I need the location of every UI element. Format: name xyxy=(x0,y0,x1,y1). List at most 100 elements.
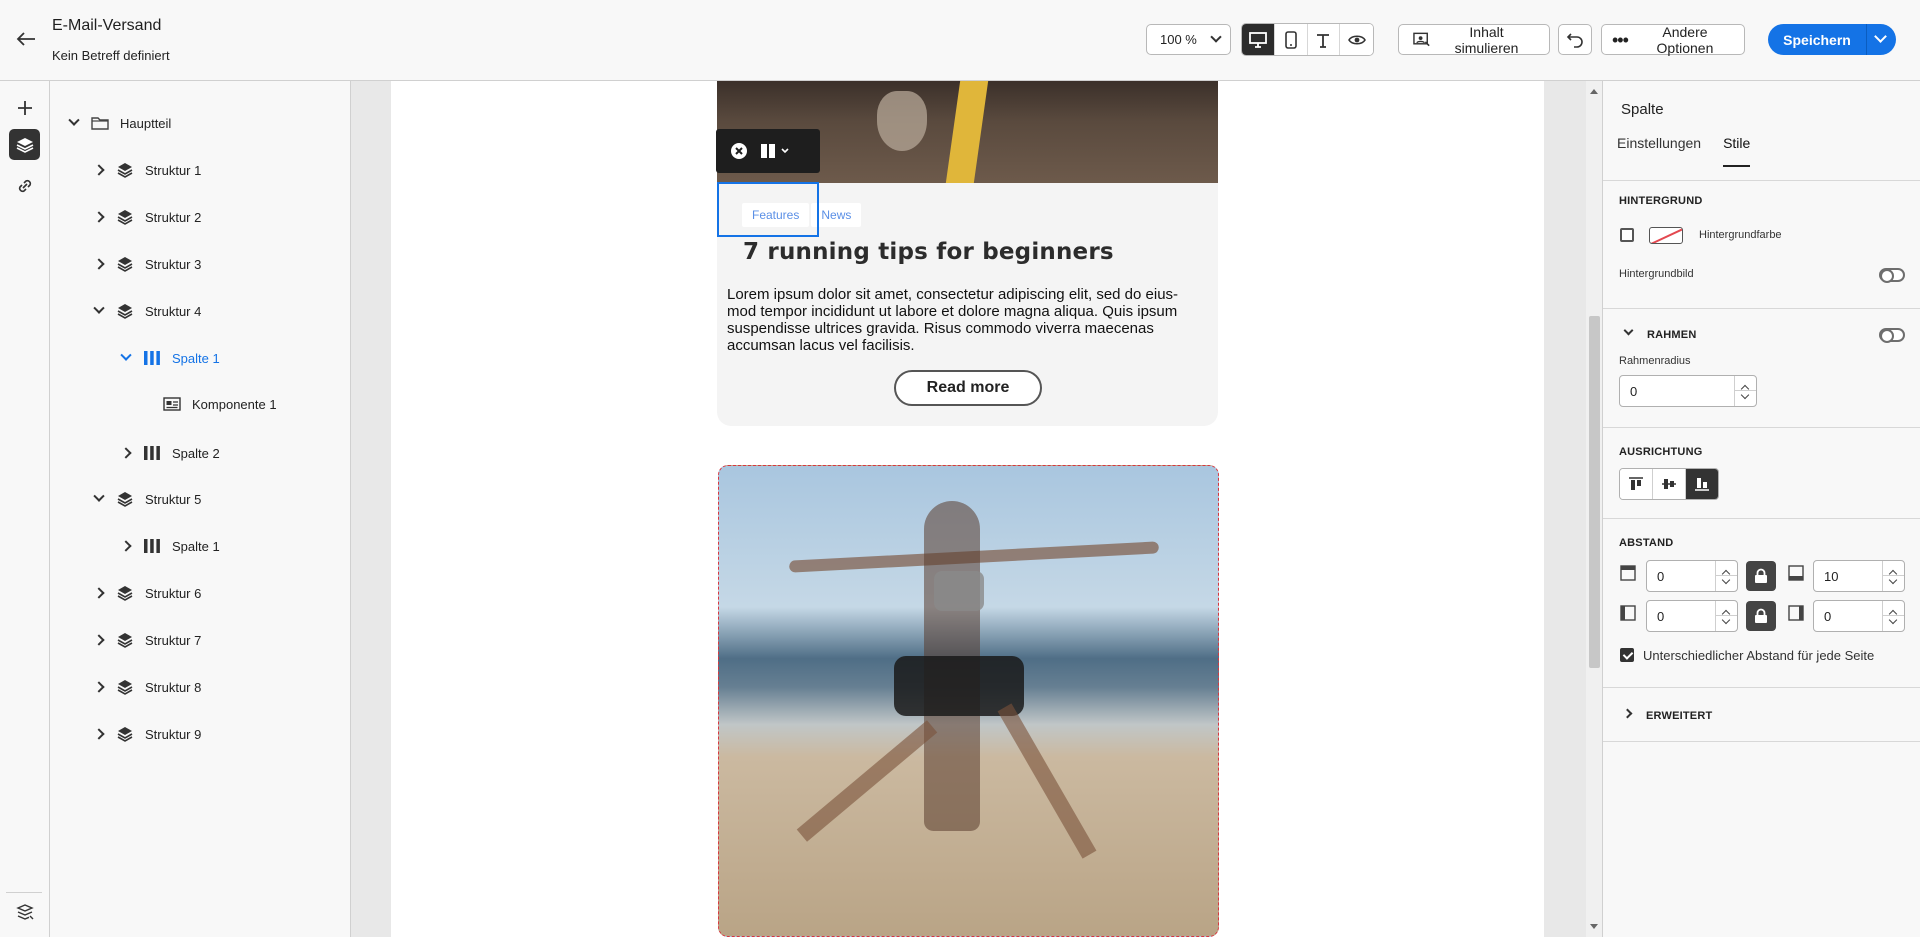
different-spacing-checkbox[interactable] xyxy=(1620,648,1634,662)
read-more-button[interactable]: Read more xyxy=(894,370,1042,406)
chevron-down-icon[interactable] xyxy=(89,489,109,509)
lock-horizontal-button[interactable] xyxy=(1746,601,1776,631)
padding-top-icon xyxy=(1620,565,1636,581)
padding-left-icon xyxy=(1620,605,1636,621)
tree-node-structure-8[interactable]: Struktur 8 xyxy=(89,671,201,703)
chevron-right-icon[interactable] xyxy=(1622,708,1633,719)
tree-node-structure-7[interactable]: Struktur 7 xyxy=(89,624,201,656)
close-circle-icon xyxy=(731,143,747,159)
tree-node-column-1[interactable]: Spalte 1 xyxy=(116,530,220,562)
back-arrow-icon[interactable] xyxy=(12,27,40,53)
chevron-down-icon[interactable] xyxy=(1623,325,1634,336)
padding-bottom-input[interactable]: 10 xyxy=(1813,560,1905,592)
mobile-icon xyxy=(1284,30,1297,49)
runner-feet xyxy=(877,91,927,151)
lock-icon xyxy=(1755,568,1767,583)
tree-node-structure-6[interactable]: Struktur 6 xyxy=(89,577,201,609)
background-color-checkbox[interactable] xyxy=(1620,228,1634,242)
chevron-down-icon[interactable] xyxy=(64,113,84,133)
align-top-button[interactable] xyxy=(1620,469,1653,499)
tree-node-structure-5[interactable]: Struktur 5 xyxy=(89,483,201,515)
add-button[interactable] xyxy=(9,92,40,123)
stepper-buttons[interactable] xyxy=(1882,561,1904,591)
zoom-dropdown[interactable]: 100 % xyxy=(1146,24,1231,55)
chevron-down-icon[interactable] xyxy=(89,301,109,321)
tree-node-label: Hauptteil xyxy=(120,115,172,131)
lock-vertical-button[interactable] xyxy=(1746,561,1776,591)
tree-node-structure-1[interactable]: Struktur 1 xyxy=(89,154,201,186)
border-toggle[interactable] xyxy=(1879,328,1905,343)
stepper-buttons[interactable] xyxy=(1734,376,1756,406)
chevron-right-icon[interactable] xyxy=(89,160,109,180)
save-button[interactable]: Speichern xyxy=(1768,24,1866,55)
chevron-right-icon[interactable] xyxy=(89,724,109,744)
chevron-right-icon[interactable] xyxy=(116,443,136,463)
undo-button[interactable] xyxy=(1558,24,1592,55)
yoga-image[interactable] xyxy=(718,465,1219,937)
tree-node-column-1-selected[interactable]: Spalte 1 xyxy=(116,342,220,374)
properties-panel: Spalte Einstellungen Stile HINTERGRUND H… xyxy=(1602,81,1920,937)
border-section-heading[interactable]: RAHMEN xyxy=(1647,329,1696,341)
canvas-scrollbar[interactable] xyxy=(1586,81,1602,937)
structure-icon xyxy=(115,583,135,603)
article-text[interactable]: Lorem ipsum dolor sit amet, consectetur … xyxy=(727,286,1207,354)
column-selection-outline xyxy=(717,182,819,237)
tree-node-label: Spalte 1 xyxy=(172,538,220,554)
align-bottom-button[interactable] xyxy=(1686,469,1718,499)
structure-icon xyxy=(115,677,135,697)
layers-button[interactable] xyxy=(9,129,40,160)
column-layout-button[interactable] xyxy=(760,143,790,159)
padding-bottom-value: 10 xyxy=(1824,568,1839,584)
figure-top xyxy=(934,571,984,611)
links-button[interactable] xyxy=(9,170,40,201)
advanced-section-heading[interactable]: ERWEITERT xyxy=(1646,710,1712,722)
eye-icon xyxy=(1347,34,1366,45)
stepper-buttons[interactable] xyxy=(1882,601,1904,631)
mobile-view-button[interactable] xyxy=(1274,24,1308,55)
simulate-content-button[interactable]: Inhalt simulieren xyxy=(1398,24,1550,56)
align-middle-button[interactable] xyxy=(1653,469,1686,499)
background-color-swatch[interactable] xyxy=(1649,227,1683,244)
background-image-toggle[interactable] xyxy=(1879,268,1905,283)
tree-node-structure-3[interactable]: Struktur 3 xyxy=(89,248,201,280)
tree-node-structure-9[interactable]: Struktur 9 xyxy=(89,718,201,750)
save-options-chevron-icon[interactable] xyxy=(1866,24,1896,55)
desktop-view-button[interactable] xyxy=(1242,24,1275,55)
padding-left-input[interactable]: 0 xyxy=(1646,600,1738,632)
tab-styles[interactable]: Stile xyxy=(1723,135,1751,167)
remove-column-button[interactable] xyxy=(730,142,748,160)
chevron-down-icon[interactable] xyxy=(116,348,136,368)
stepper-buttons[interactable] xyxy=(1715,561,1737,591)
border-radius-value: 0 xyxy=(1630,383,1638,399)
scroll-down-icon[interactable] xyxy=(1590,924,1598,929)
padding-right-value: 0 xyxy=(1824,608,1832,624)
tab-settings[interactable]: Einstellungen xyxy=(1617,135,1701,167)
chevron-right-icon[interactable] xyxy=(89,630,109,650)
other-options-button[interactable]: ••• Andere Optionen xyxy=(1601,24,1745,56)
save-button-group: Speichern xyxy=(1768,24,1896,55)
chevron-right-icon[interactable] xyxy=(116,536,136,556)
chevron-right-icon[interactable] xyxy=(89,583,109,603)
preview-button[interactable] xyxy=(1340,24,1373,55)
tree-node-root[interactable]: Hauptteil xyxy=(64,107,171,139)
chevron-right-icon[interactable] xyxy=(89,254,109,274)
columns-icon xyxy=(761,144,775,158)
border-radius-input[interactable]: 0 xyxy=(1619,375,1757,407)
chevron-right-icon[interactable] xyxy=(89,677,109,697)
layers-settings-button[interactable] xyxy=(9,896,40,927)
structure-icon xyxy=(115,254,135,274)
article-title[interactable]: 7 running tips for beginners xyxy=(743,239,1114,265)
panel-title: Spalte xyxy=(1621,101,1664,118)
tree-node-structure-2[interactable]: Struktur 2 xyxy=(89,201,201,233)
stepper-buttons[interactable] xyxy=(1715,601,1737,631)
padding-right-input[interactable]: 0 xyxy=(1813,600,1905,632)
column-icon xyxy=(142,443,162,463)
padding-top-input[interactable]: 0 xyxy=(1646,560,1738,592)
tree-node-column-2[interactable]: Spalte 2 xyxy=(116,437,220,469)
tree-node-component-1[interactable]: Komponente 1 xyxy=(162,388,277,420)
chevron-right-icon[interactable] xyxy=(89,207,109,227)
scroll-up-icon[interactable] xyxy=(1590,89,1598,94)
tree-node-structure-4[interactable]: Struktur 4 xyxy=(89,295,201,327)
text-view-button[interactable] xyxy=(1307,24,1341,55)
scrollbar-thumb[interactable] xyxy=(1589,316,1600,668)
